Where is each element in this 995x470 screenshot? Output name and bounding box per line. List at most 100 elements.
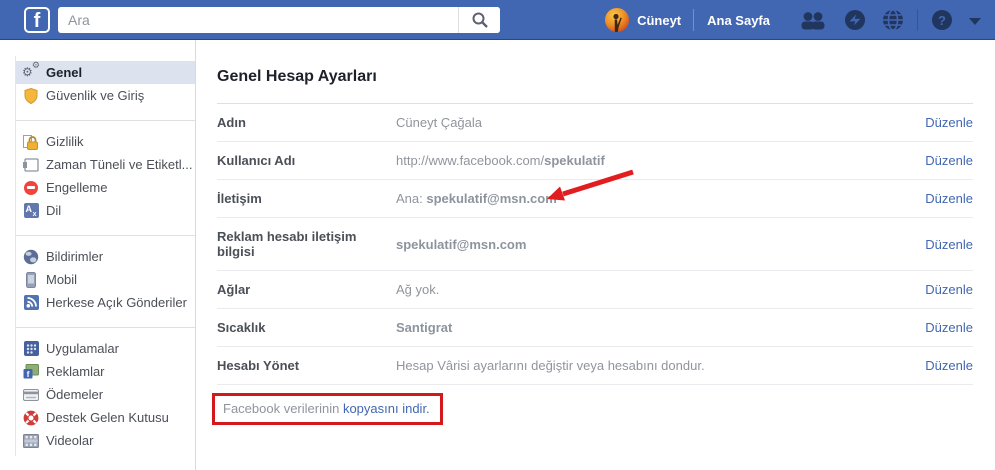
credit-card-icon — [22, 389, 40, 401]
row-label: Adın — [217, 115, 396, 130]
sidebar-item-label: Gizlilik — [46, 134, 84, 149]
messenger-icon — [844, 9, 866, 31]
notifications-button[interactable] — [882, 9, 904, 31]
friend-requests-button[interactable] — [798, 10, 828, 30]
row-value: spekulatif@msn.com — [396, 237, 526, 252]
setting-row-username: Kullanıcı Adı http://www.facebook.com/sp… — [217, 142, 973, 180]
sidebar-item-videolar[interactable]: Videolar — [16, 429, 195, 452]
edit-link[interactable]: Düzenle — [925, 153, 973, 168]
sidebar-item-herkese-acik-gonderiler[interactable]: Herkese Açık Gönderiler — [16, 291, 195, 314]
friends-icon — [798, 10, 828, 30]
row-label: İletişim — [217, 191, 396, 206]
rss-feed-icon — [22, 295, 40, 310]
sidebar-group-privacy: Gizlilik Zaman Tüneli ve Etiketl... Enge… — [0, 121, 195, 222]
sidebar-item-label: Engelleme — [46, 180, 107, 195]
edit-link[interactable]: Düzenle — [925, 282, 973, 297]
setting-row-temperature: Sıcaklık Santigrat Düzenle — [217, 309, 973, 347]
sidebar-item-label: Güvenlik ve Giriş — [46, 88, 144, 103]
sidebar-item-label: Videolar — [46, 433, 93, 448]
edit-link[interactable]: Düzenle — [925, 358, 973, 373]
sidebar-item-label: Uygulamalar — [46, 341, 119, 356]
row-value: Cüneyt Çağala — [396, 115, 482, 130]
download-data-link[interactable]: kopyasını indir. — [343, 401, 430, 416]
annotation-red-box: Facebook verilerinin kopyasını indir. — [212, 393, 443, 425]
search-bar — [58, 7, 500, 33]
sidebar-item-reklamlar[interactable]: f Reklamlar — [16, 360, 195, 383]
row-value: http://www.facebook.com/spekulatif — [396, 153, 605, 168]
row-value: Ağ yok. — [396, 282, 439, 297]
sidebar-item-label: Reklamlar — [46, 364, 105, 379]
home-link[interactable]: Ana Sayfa — [707, 13, 770, 28]
row-value: Santigrat — [396, 320, 452, 335]
sidebar-item-guvenlik-ve-giris[interactable]: Güvenlik ve Giriş — [16, 84, 195, 107]
facebook-logo[interactable]: f — [24, 7, 50, 33]
general-settings-table: Adın Cüneyt Çağala Düzenle Kullanıcı Adı… — [217, 103, 973, 385]
sidebar-item-label: Dil — [46, 203, 61, 218]
top-navbar: f Cüneyt Ana Sayfa — [0, 0, 995, 40]
film-strip-icon — [22, 434, 40, 448]
help-button[interactable]: ? — [931, 9, 953, 31]
sidebar-item-label: Herkese Açık Gönderiler — [46, 295, 187, 310]
sidebar-item-uygulamalar[interactable]: Uygulamalar — [16, 337, 195, 360]
row-label: Hesabı Yönet — [217, 358, 396, 373]
edit-link[interactable]: Düzenle — [925, 115, 973, 130]
sidebar-item-label: Destek Gelen Kutusu — [46, 410, 169, 425]
sidebar-item-engelleme[interactable]: Engelleme — [16, 176, 195, 199]
edit-link[interactable]: Düzenle — [925, 237, 973, 252]
search-input[interactable] — [58, 7, 458, 33]
setting-row-name: Adın Cüneyt Çağala Düzenle — [217, 104, 973, 142]
page-title: Genel Hesap Ayarları — [217, 68, 973, 86]
sidebar-item-label: Mobil — [46, 272, 77, 287]
settings-content: Genel Hesap Ayarları Adın Cüneyt Çağala … — [196, 40, 995, 470]
setting-row-contact: İletişim Ana: spekulatif@msn.com Düzenle — [217, 180, 973, 218]
row-label: Sıcaklık — [217, 320, 396, 335]
avatar[interactable] — [605, 8, 629, 32]
lifebuoy-icon — [22, 410, 40, 426]
row-label: Ağlar — [217, 282, 396, 297]
sidebar-item-dil[interactable]: Ax Dil — [16, 199, 195, 222]
sidebar-item-bildirimler[interactable]: Bildirimler — [16, 245, 195, 268]
timeline-tag-icon — [22, 158, 40, 172]
notifications-globe-icon — [22, 249, 40, 265]
row-label: Reklam hesabı iletişim bilgisi — [217, 229, 396, 259]
ads-board-icon: f — [22, 364, 40, 379]
sidebar-group-account: ⚙⚙ Genel Güvenlik ve Giriş — [0, 40, 195, 107]
download-text: Facebook verilerinin — [223, 401, 343, 416]
edit-link[interactable]: Düzenle — [925, 320, 973, 335]
row-value: Hesap Vârisi ayarlarını değiştir veya he… — [396, 358, 705, 373]
sidebar-item-destek-gelen-kutusu[interactable]: Destek Gelen Kutusu — [16, 406, 195, 429]
avatar-silhouette — [605, 8, 629, 32]
mobile-phone-icon — [22, 272, 40, 288]
sidebar-item-label: Genel — [46, 65, 82, 80]
download-data-row: Facebook verilerinin kopyasını indir. — [217, 393, 973, 425]
messenger-button[interactable] — [844, 9, 866, 31]
row-label: Kullanıcı Adı — [217, 153, 396, 168]
sidebar-item-gizlilik[interactable]: Gizlilik — [16, 130, 195, 153]
account-menu-caret-icon[interactable] — [969, 18, 981, 25]
help-icon: ? — [931, 9, 953, 31]
gears-icon: ⚙⚙ — [22, 65, 40, 81]
privacy-lock-icon — [22, 134, 40, 150]
language-icon: Ax — [22, 203, 40, 218]
sidebar-item-mobil[interactable]: Mobil — [16, 268, 195, 291]
navbar-right-cluster: Cüneyt Ana Sayfa — [605, 0, 987, 40]
sidebar-item-zaman-tuneli[interactable]: Zaman Tüneli ve Etiketl... — [16, 153, 195, 176]
sidebar-item-genel[interactable]: ⚙⚙ Genel — [16, 61, 195, 84]
setting-row-manage-account: Hesabı Yönet Hesap Vârisi ayarlarını değ… — [217, 347, 973, 385]
sidebar-item-label: Bildirimler — [46, 249, 103, 264]
search-button[interactable] — [458, 7, 500, 33]
row-value: Ana: spekulatif@msn.com — [396, 191, 557, 206]
apps-grid-icon — [22, 341, 40, 356]
sidebar-left-border — [15, 56, 16, 456]
setting-row-networks: Ağlar Ağ yok. Düzenle — [217, 271, 973, 309]
setting-row-ad-contact: Reklam hesabı iletişim bilgisi spekulati… — [217, 218, 973, 271]
sidebar-group-notifications: Bildirimler Mobil Herkese Açık Gönderi — [0, 236, 195, 314]
globe-icon — [882, 9, 904, 31]
profile-name-link[interactable]: Cüneyt — [637, 13, 681, 28]
navbar-divider — [693, 9, 694, 31]
svg-text:?: ? — [938, 13, 946, 28]
edit-link[interactable]: Düzenle — [925, 191, 973, 206]
sidebar-item-odemeler[interactable]: Ödemeler — [16, 383, 195, 406]
svg-text:f: f — [27, 369, 30, 379]
security-badge-icon — [22, 88, 40, 104]
